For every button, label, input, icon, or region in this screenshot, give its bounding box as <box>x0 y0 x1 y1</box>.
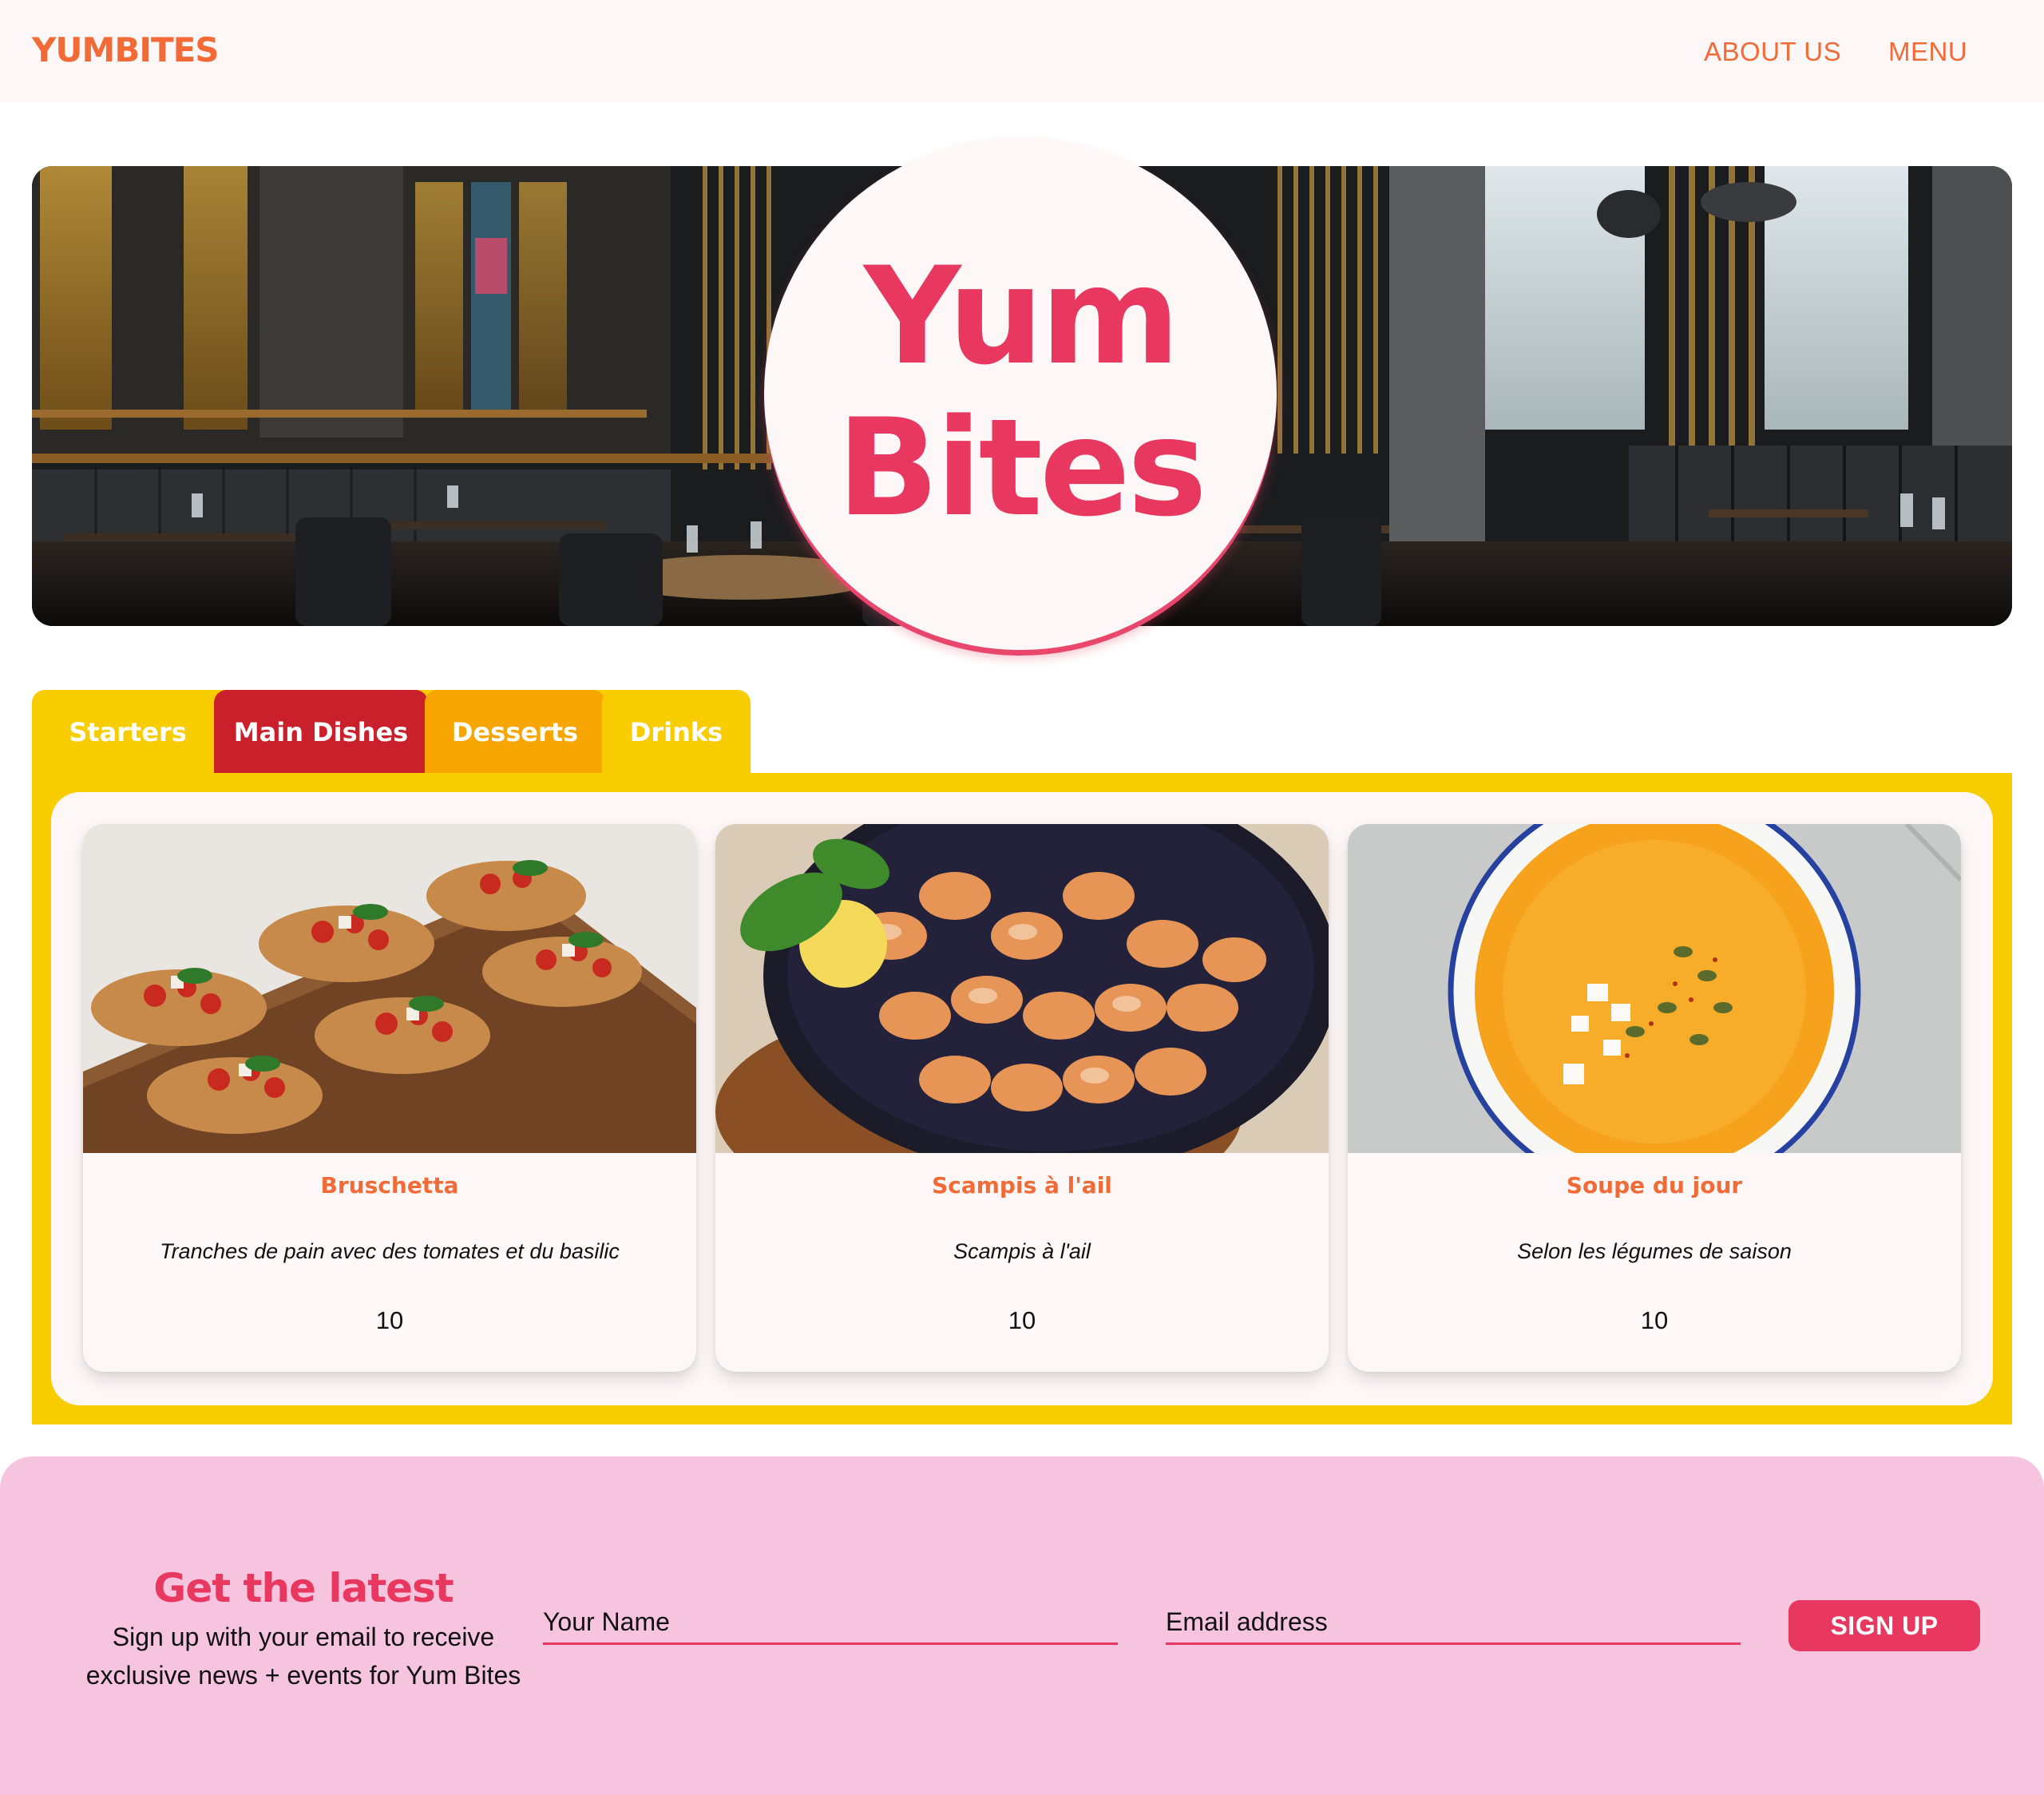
soupe-du-jour-image <box>1348 824 1961 1153</box>
bruschetta-image <box>83 824 696 1153</box>
nav-link-menu[interactable]: MENU <box>1888 37 1967 67</box>
tab-desserts[interactable]: Desserts <box>425 690 605 773</box>
tab-main-dishes[interactable]: Main Dishes <box>214 690 428 773</box>
menu-item-name: Soupe du jour <box>1566 1172 1743 1199</box>
tab-starters[interactable]: Starters <box>32 690 224 773</box>
menu-item-description: Tranches de pain avec des tomates et du … <box>160 1239 620 1263</box>
sign-up-button[interactable]: SIGN UP <box>1788 1600 1980 1651</box>
menu-item-name: Bruschetta <box>320 1172 459 1199</box>
scampis-image <box>715 824 1329 1153</box>
brand-logo[interactable]: YUMBITES <box>32 30 220 69</box>
name-input[interactable] <box>543 1607 1118 1645</box>
menu-item-card[interactable]: Scampis à l'ail Scampis à l'ail 10 <box>715 824 1329 1372</box>
newsletter-title: Get the latest <box>153 1565 454 1611</box>
hero-title-line-1: Yum <box>863 238 1180 394</box>
menu-item-price: 10 <box>375 1306 404 1334</box>
tab-drinks[interactable]: Drinks <box>602 690 751 773</box>
menu-item-description: Selon les légumes de saison <box>1517 1239 1792 1263</box>
menu-item-price: 10 <box>1640 1306 1669 1334</box>
newsletter-description: Sign up with your email to receive exclu… <box>64 1618 543 1694</box>
hero-logo-badge: Yum Bites <box>764 137 1277 650</box>
hero-title-line-2: Bites <box>837 390 1207 546</box>
menu-item-description: Scampis à l'ail <box>953 1239 1091 1263</box>
menu-item-card[interactable]: Bruschetta Tranches de pain avec des tom… <box>83 824 696 1372</box>
newsletter-description-line-2: exclusive news + events for Yum Bites <box>85 1661 521 1690</box>
nav-link-about-us[interactable]: ABOUT US <box>1704 37 1841 67</box>
newsletter-description-line-1: Sign up with your email to receive <box>112 1623 495 1651</box>
menu-item-price: 10 <box>1008 1306 1036 1334</box>
menu-item-name: Scampis à l'ail <box>932 1172 1112 1199</box>
menu-item-card[interactable]: Soupe du jour Selon les légumes de saiso… <box>1348 824 1961 1372</box>
email-input[interactable] <box>1166 1607 1741 1645</box>
site-header: YUMBITES ABOUT US MENU <box>0 0 2044 102</box>
